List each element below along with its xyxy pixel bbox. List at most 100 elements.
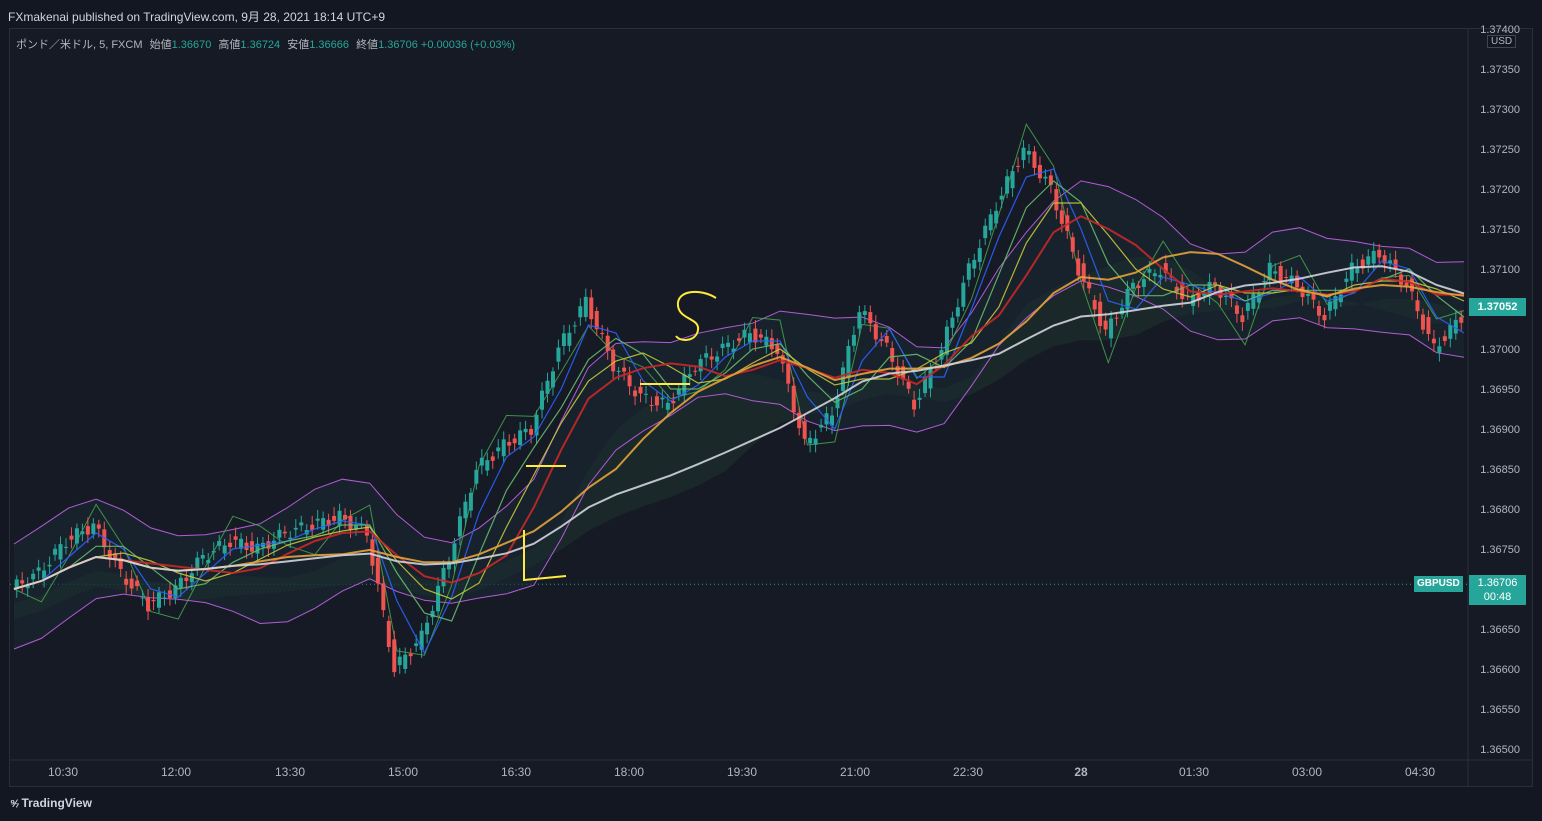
candle-body <box>709 356 714 360</box>
candle-body <box>1349 262 1354 281</box>
time-axis: 10:30 12:00 13:30 15:00 16:30 18:00 19:30 21:00… <box>10 759 1532 779</box>
candle-body <box>868 312 873 324</box>
candle-body <box>195 557 200 569</box>
price-tick-label: 1.36850 <box>1480 464 1520 476</box>
candle-body <box>206 560 211 564</box>
candle-body <box>370 539 375 566</box>
candle-body <box>386 620 391 647</box>
candle-body <box>567 332 572 346</box>
currency-label[interactable]: USD <box>1487 35 1517 48</box>
candle-body <box>47 564 52 567</box>
time-tick-label: 03:00 <box>1292 765 1322 779</box>
candle-body <box>977 248 982 262</box>
bar-countdown: 00:48 <box>1483 591 1512 603</box>
candle-body <box>819 424 824 428</box>
candle-body <box>1426 317 1431 335</box>
time-tick-label: 18:00 <box>614 765 644 779</box>
candle-body <box>556 347 561 362</box>
tradingview-logo[interactable]: ⁹⁄₇ TradingView <box>10 796 92 810</box>
time-tick-label: 15:00 <box>388 765 418 779</box>
candle-body <box>74 528 79 544</box>
close-value: 1.36706 <box>378 39 418 51</box>
candle-body <box>507 441 512 446</box>
candle-body <box>1322 314 1327 321</box>
candle-body <box>1415 300 1420 312</box>
candle-body <box>463 501 468 519</box>
candle-body <box>884 336 889 343</box>
high-value: 1.36724 <box>240 39 281 51</box>
candle-body <box>720 343 725 348</box>
candle-body <box>20 580 25 584</box>
candle-body <box>961 282 966 307</box>
candle-body <box>633 390 638 397</box>
candle-body <box>966 263 971 280</box>
candle-body <box>1245 302 1250 311</box>
price-tick-label: 1.37000 <box>1480 344 1520 356</box>
candle-body <box>1371 251 1376 264</box>
candle-body <box>157 592 161 608</box>
candle-body <box>512 438 517 444</box>
candle-body <box>715 356 720 362</box>
candle-body <box>665 402 670 410</box>
candle-body <box>611 349 616 372</box>
candle-body <box>1442 336 1447 341</box>
candle-body <box>1278 266 1283 282</box>
candle-body <box>600 332 605 334</box>
time-tick-label: 10:30 <box>48 765 78 779</box>
candle-body <box>1032 151 1037 168</box>
candle-body <box>1251 293 1256 309</box>
candle-body <box>671 401 676 404</box>
candle-body <box>649 404 654 406</box>
time-tick-label: 01:30 <box>1179 765 1209 779</box>
price-tick-label: 1.37300 <box>1480 104 1520 116</box>
candle-body <box>550 371 555 388</box>
candle-body <box>1410 278 1415 292</box>
candle-body <box>835 397 840 409</box>
candle-body <box>791 385 796 413</box>
candle-body <box>726 342 731 347</box>
candle-body <box>983 225 988 239</box>
candle-body <box>1327 301 1332 311</box>
candle-body <box>135 580 140 587</box>
candle-body <box>228 542 233 548</box>
candle-body <box>862 311 867 316</box>
low-value: 1.36666 <box>309 39 349 51</box>
price-tick-label: 1.36750 <box>1480 544 1520 556</box>
candle-body <box>184 577 189 582</box>
candle-body <box>501 439 506 457</box>
candle-body <box>1087 282 1092 289</box>
open-value: 1.36670 <box>171 39 212 51</box>
candle-body <box>518 430 523 445</box>
candle-body <box>955 307 960 317</box>
low-label: 安値 <box>287 39 310 51</box>
candle-body <box>950 317 955 328</box>
candle-body <box>589 297 594 320</box>
candle-body <box>693 370 698 372</box>
candle-body <box>178 577 183 588</box>
candle-body <box>299 522 304 526</box>
candle-body <box>622 367 627 372</box>
candle-body <box>217 541 222 546</box>
price-tick-label: 1.37200 <box>1480 184 1520 196</box>
candle-body <box>994 210 999 224</box>
candle-body <box>928 368 933 389</box>
time-tick-label: 12:00 <box>161 765 191 779</box>
price-chart[interactable]: 1.374001.373501.373001.372501.372001.371… <box>0 0 1542 821</box>
candle-body <box>857 312 862 329</box>
bollinger-bands <box>13 123 1465 656</box>
candle-body <box>1147 269 1152 273</box>
candle-body <box>529 429 534 435</box>
candle-body <box>676 389 681 395</box>
candle-body <box>917 397 922 400</box>
candle-body <box>1114 317 1119 319</box>
candle-body <box>1399 274 1404 285</box>
price-tick-label: 1.36900 <box>1480 424 1520 436</box>
candle-body <box>315 518 320 521</box>
candle-body <box>1076 258 1081 276</box>
candle-body <box>797 412 802 429</box>
time-tick-label: 13:30 <box>275 765 305 779</box>
candle-body <box>1240 315 1245 323</box>
candle-body <box>1420 314 1425 330</box>
candle-body <box>813 438 818 445</box>
time-tick-label: 19:30 <box>727 765 757 779</box>
